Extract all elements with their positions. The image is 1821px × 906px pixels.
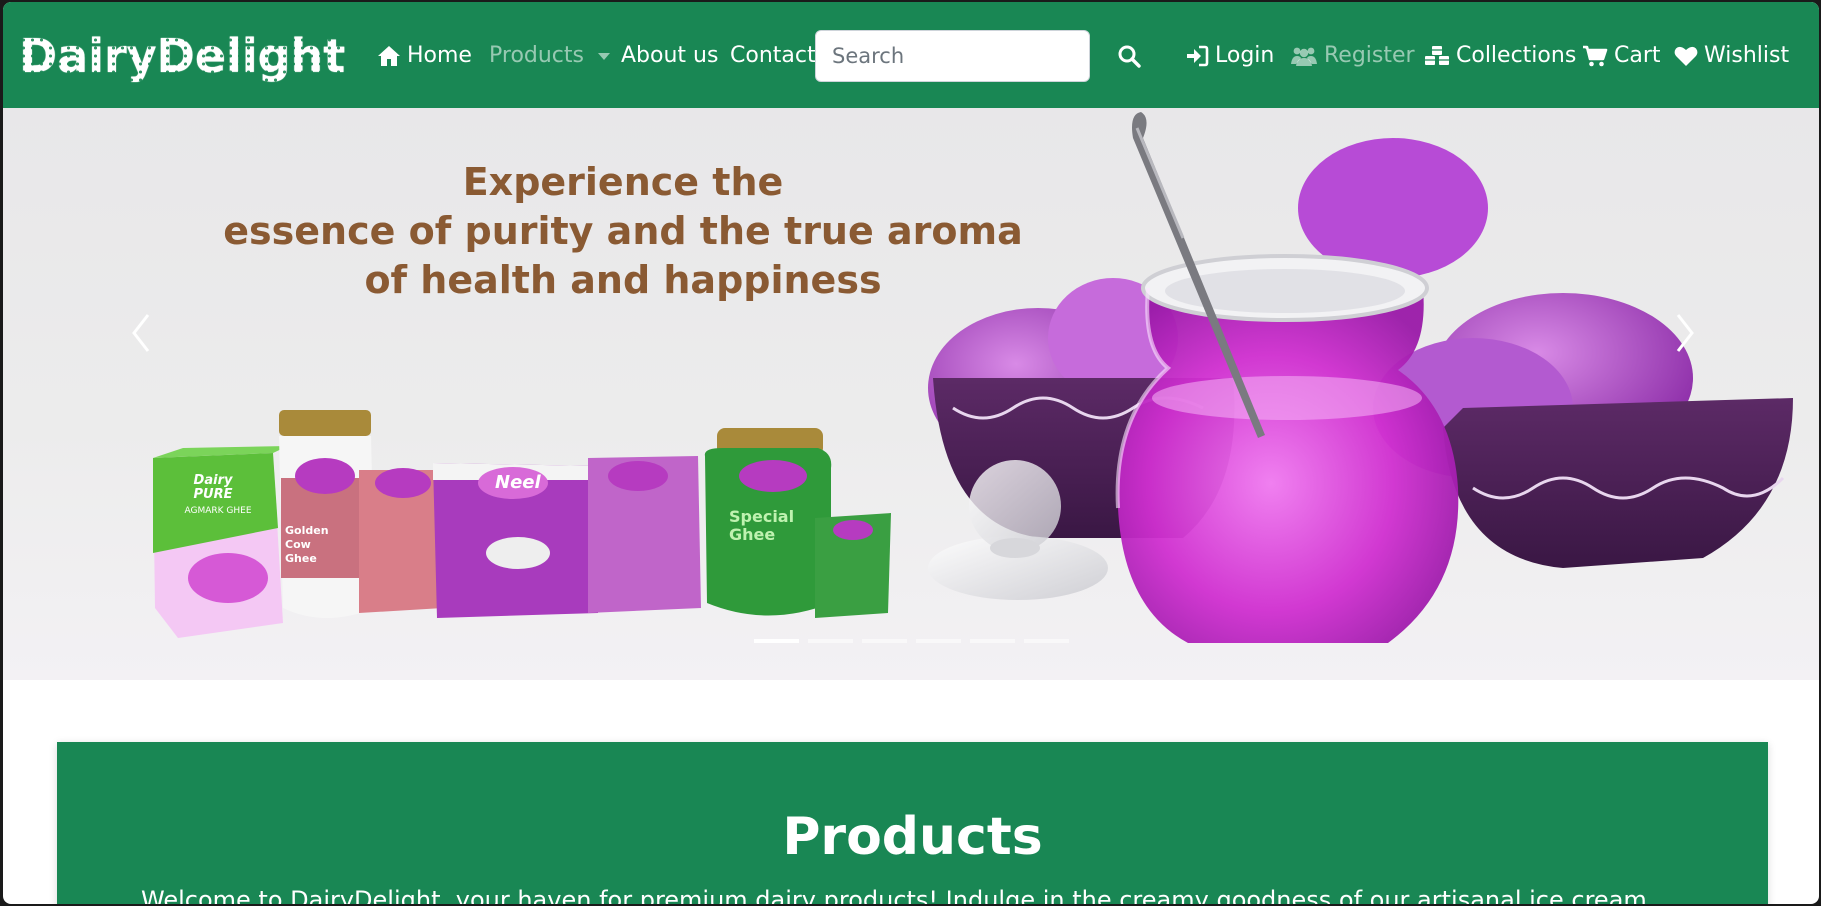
- nav-cart-label: Cart: [1614, 43, 1661, 68]
- hero-line-1: Experience the: [462, 160, 784, 204]
- carousel-indicator-1[interactable]: [754, 639, 799, 643]
- users-icon: [1291, 47, 1317, 66]
- products-intro: Welcome to DairyDelight, your haven for …: [141, 886, 1647, 904]
- nav-products-label: Products: [489, 43, 584, 68]
- nav-wishlist[interactable]: Wishlist: [1674, 40, 1789, 72]
- product-label-golden: Golden Cow Ghee: [285, 524, 329, 565]
- products-title: Products: [782, 807, 1043, 867]
- navbar: DairyDelight Home Products About us Cont…: [3, 2, 1819, 108]
- carousel-prev-button[interactable]: [121, 303, 161, 363]
- nav-about-label: About us: [621, 43, 719, 68]
- hero-line-3: of health and happiness: [364, 258, 882, 302]
- carousel-indicator-6[interactable]: [1024, 639, 1069, 643]
- nav-contact-label: Contact: [730, 43, 816, 68]
- nav-home-label: Home: [407, 43, 472, 68]
- cubes-icon: [1425, 46, 1449, 65]
- carousel-indicator-3[interactable]: [862, 639, 907, 643]
- nav-products-dropdown[interactable]: Products: [489, 40, 610, 72]
- nav-login-label: Login: [1215, 43, 1275, 68]
- hero-headline: Experience the essence of purity and the…: [213, 158, 1033, 305]
- product-label-dairy-pure: Dairy PURE: [193, 473, 233, 502]
- browser-viewport: DairyDelight Home Products About us Cont…: [3, 2, 1819, 904]
- brand-name: DairyDelight: [19, 29, 346, 83]
- chevron-right-icon: [1676, 314, 1694, 352]
- nav-cart[interactable]: Cart: [1582, 40, 1661, 72]
- nav-home[interactable]: Home: [377, 40, 472, 72]
- product-label-agmark: AGMARK GHEE: [184, 506, 252, 516]
- heart-icon: [1674, 46, 1698, 66]
- login-icon: [1187, 45, 1209, 67]
- hero-carousel: Experience the essence of purity and the…: [3, 108, 1819, 680]
- nav-login[interactable]: Login: [1185, 40, 1274, 72]
- carousel-indicator-2[interactable]: [808, 639, 853, 643]
- home-icon: [378, 46, 400, 66]
- cart-icon: [1583, 45, 1608, 67]
- search-input[interactable]: [815, 30, 1090, 82]
- jar: [1115, 254, 1459, 643]
- carousel-next-button[interactable]: [1665, 303, 1705, 363]
- product-label-neel: Neel: [495, 472, 541, 493]
- product-label-special: Special Ghee: [729, 507, 795, 544]
- nav-register-label: Register: [1324, 43, 1415, 68]
- hero-line-2: essence of purity and the true aroma: [223, 209, 1023, 253]
- carousel-indicator-5[interactable]: [970, 639, 1015, 643]
- brand-logo[interactable]: DairyDelight: [19, 28, 346, 84]
- search-button[interactable]: [1113, 40, 1145, 72]
- carousel-indicators: [754, 639, 1069, 643]
- chevron-down-icon: [598, 52, 610, 60]
- nav-register[interactable]: Register: [1290, 40, 1415, 72]
- nav-wishlist-label: Wishlist: [1704, 43, 1790, 68]
- search-icon: [1118, 45, 1141, 68]
- products-section: Products Welcome to DairyDelight, your h…: [57, 742, 1768, 904]
- chevron-left-icon: [132, 314, 150, 352]
- nav-collections-label: Collections: [1456, 43, 1577, 68]
- nav-collections[interactable]: Collections: [1424, 40, 1576, 72]
- nav-about[interactable]: About us: [621, 40, 718, 72]
- carousel-indicator-4[interactable]: [916, 639, 961, 643]
- nav-contact[interactable]: Contact: [730, 40, 816, 72]
